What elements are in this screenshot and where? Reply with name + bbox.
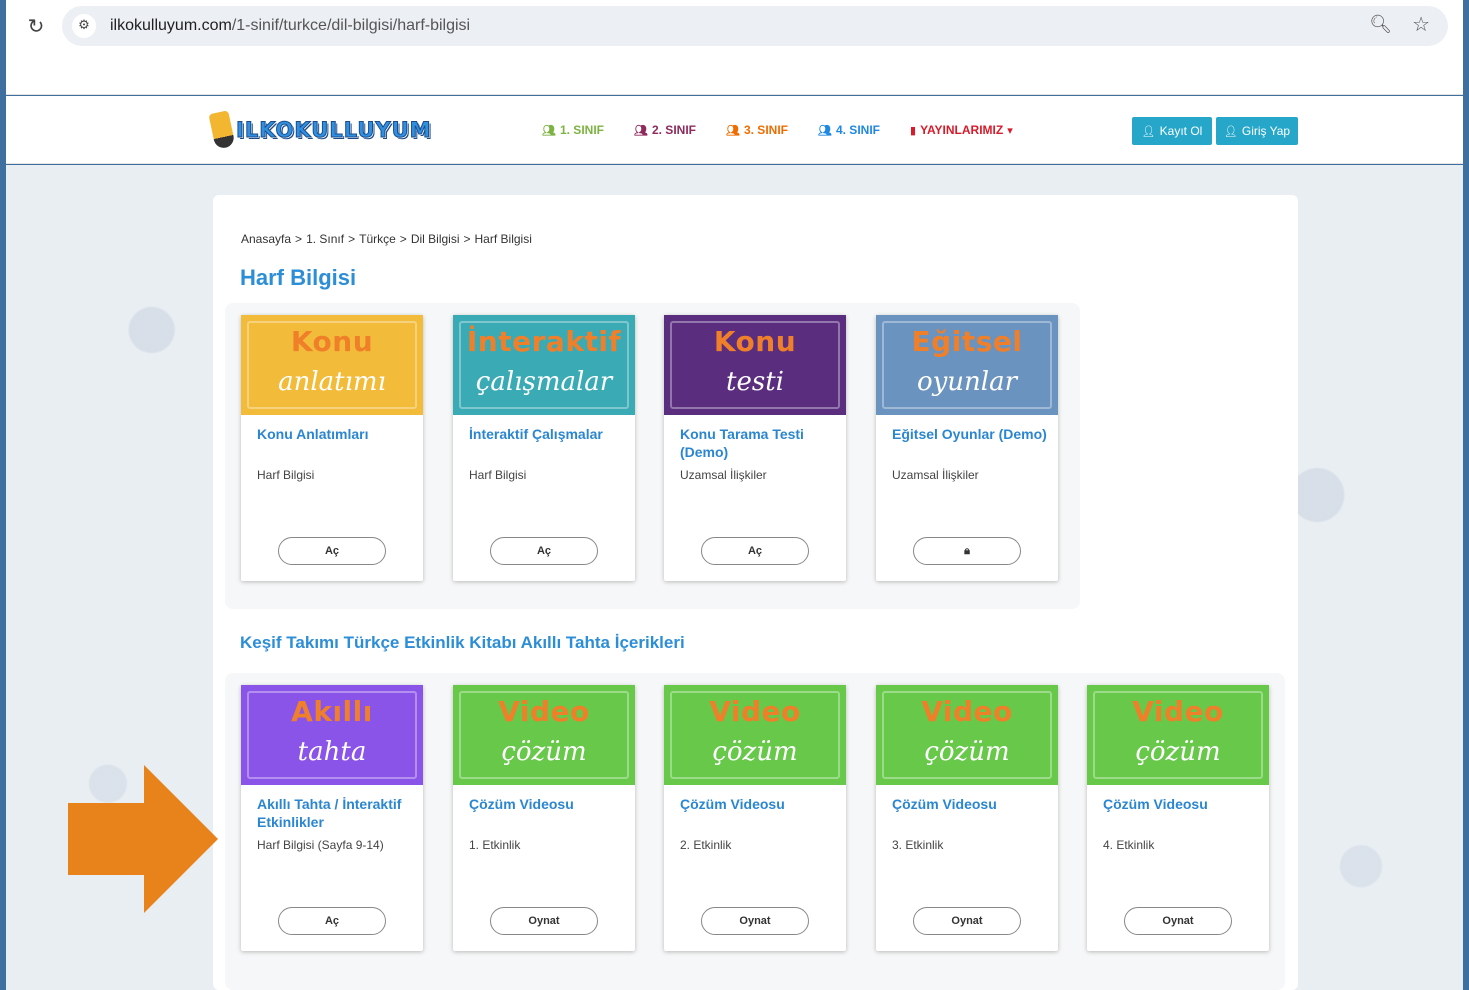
thumbnail-title: Video bbox=[921, 695, 1013, 728]
open-button[interactable]: Aç bbox=[278, 907, 386, 935]
nav-grade-1[interactable]: 👥︎ 1. SINIF bbox=[542, 123, 604, 137]
caret-down-icon: ▾ bbox=[1007, 123, 1013, 137]
card-subtitle: 4. Etkinlik bbox=[1103, 838, 1155, 852]
card-thumbnail[interactable]: Video çözüm bbox=[664, 685, 846, 785]
content-card: İnteraktif çalışmalar İnteraktif Çalışmala… bbox=[453, 315, 635, 581]
thumbnail-subtitle: oyunlar bbox=[916, 367, 1018, 397]
play-button[interactable]: Oynat bbox=[913, 907, 1021, 935]
nav-grade-4[interactable]: 👥︎ 4. SINIF bbox=[818, 123, 880, 137]
user-plus-icon: 👤︎ bbox=[1141, 124, 1156, 138]
card-subtitle: 2. Etkinlik bbox=[680, 838, 732, 852]
thumbnail-subtitle: çözüm bbox=[924, 737, 1010, 767]
content-card: Konu testi Konu Tarama Testi (Demo) Uzamsal… bbox=[664, 315, 846, 581]
card-subtitle: 3. Etkinlik bbox=[892, 838, 944, 852]
book-icon: ▮ bbox=[910, 123, 917, 137]
card-subtitle: Harf Bilgisi bbox=[257, 468, 315, 482]
nav-grade-2[interactable]: 👥︎ 2. SINIF bbox=[634, 123, 696, 137]
user-icon: 👤︎ bbox=[1223, 124, 1238, 138]
card-thumbnail[interactable]: Video çözüm bbox=[453, 685, 635, 785]
card-thumbnail[interactable]: Akıllı tahta bbox=[241, 685, 423, 785]
students-icon: 👥︎ bbox=[634, 123, 648, 137]
breadcrumb-subject[interactable]: Türkçe bbox=[359, 232, 396, 246]
thumbnail-subtitle: çözüm bbox=[712, 737, 798, 767]
breadcrumb-current: Harf Bilgisi bbox=[474, 232, 532, 246]
thumbnail-title: Konu bbox=[290, 325, 374, 358]
students-icon: 👥︎ bbox=[542, 123, 556, 137]
card-thumbnail[interactable]: İnteraktif çalışmalar bbox=[453, 315, 635, 415]
site-settings-icon[interactable]: ⚙ bbox=[72, 14, 96, 38]
content-card: Akıllı tahta Akıllı Tahta / İnteraktif Etk… bbox=[241, 685, 423, 951]
thumbnail-title: Video bbox=[709, 695, 801, 728]
thumbnail-title: Akıllı bbox=[291, 695, 373, 728]
thumbnail-subtitle: tahta bbox=[297, 737, 367, 767]
card-subtitle: Uzamsal İlişkiler bbox=[892, 468, 979, 482]
breadcrumb-unit[interactable]: Dil Bilgisi bbox=[411, 232, 460, 246]
card-subtitle: Uzamsal İlişkiler bbox=[680, 468, 767, 482]
register-button[interactable]: 👤︎ Kayıt Ol bbox=[1132, 117, 1212, 145]
thumbnail-title: Eğitsel bbox=[911, 325, 1023, 358]
card-title[interactable]: Çözüm Videosu bbox=[892, 795, 1047, 813]
card-title[interactable]: Konu Tarama Testi (Demo) bbox=[680, 425, 835, 461]
site-logo[interactable]: ILKOKULLUYUM bbox=[208, 110, 432, 150]
thumbnail-title: Konu bbox=[713, 325, 797, 358]
address-bar[interactable]: ⚙ ilkokulluyum.com/1-sinif/turkce/dil-bi… bbox=[62, 6, 1448, 46]
locked-button[interactable]: 🔒︎ bbox=[913, 537, 1021, 565]
bookmark-star-icon[interactable]: ☆ bbox=[1412, 12, 1430, 36]
card-thumbnail[interactable]: Konu testi bbox=[664, 315, 846, 415]
card-title[interactable]: Konu Anlatımları bbox=[257, 425, 412, 443]
content-card: Video çözüm Çözüm Videosu 4. Etkinlik Oynat bbox=[1087, 685, 1269, 951]
thumbnail-title: İnteraktif bbox=[466, 325, 622, 358]
breadcrumb-home[interactable]: Anasayfa bbox=[241, 232, 291, 246]
play-button[interactable]: Oynat bbox=[490, 907, 598, 935]
breadcrumb: Anasayfa > 1. Sınıf > Türkçe > Dil Bilgisi >… bbox=[241, 232, 532, 246]
card-title[interactable]: Eğitsel Oyunlar (Demo) bbox=[892, 425, 1047, 443]
content-card: Eğitsel oyunlar Eğitsel Oyunlar (Demo) Uzam… bbox=[876, 315, 1058, 581]
content-card: Konu anlatımı Konu Anlatımları Harf Bilgisi… bbox=[241, 315, 423, 581]
card-subtitle: Harf Bilgisi (Sayfa 9-14) bbox=[257, 838, 384, 852]
students-icon: 👥︎ bbox=[818, 123, 832, 137]
content-card: Video çözüm Çözüm Videosu 1. Etkinlik Oynat bbox=[453, 685, 635, 951]
lock-icon: 🔒︎ bbox=[964, 544, 970, 557]
zoom-icon[interactable]: 🔍︎ bbox=[1369, 14, 1392, 35]
card-subtitle: 1. Etkinlik bbox=[469, 838, 521, 852]
thumbnail-subtitle: testi bbox=[726, 367, 784, 397]
thumbnail-title: Video bbox=[498, 695, 590, 728]
play-button[interactable]: Oynat bbox=[701, 907, 809, 935]
site-header: ILKOKULLUYUM 👥︎ 1. SINIF 👥︎ 2. SINIF 👥︎ 3. … bbox=[6, 96, 1463, 164]
card-title[interactable]: İnteraktif Çalışmalar bbox=[469, 425, 624, 443]
url-text: ilkokulluyum.com/1-sinif/turkce/dil-bilg… bbox=[110, 17, 471, 34]
content-card: Video çözüm Çözüm Videosu 2. Etkinlik Oynat bbox=[664, 685, 846, 951]
content-card: Video çözüm Çözüm Videosu 3. Etkinlik Oynat bbox=[876, 685, 1058, 951]
thumbnail-subtitle: anlatımı bbox=[278, 367, 386, 397]
nav-publications[interactable]: ▮ YAYINLARIMIZ ▾ bbox=[910, 123, 1013, 137]
nav-grade-3[interactable]: 👥︎ 3. SINIF bbox=[726, 123, 788, 137]
thumbnail-title: Video bbox=[1132, 695, 1224, 728]
thumbnail-subtitle: çalışmalar bbox=[475, 367, 613, 397]
card-thumbnail[interactable]: Video çözüm bbox=[1087, 685, 1269, 785]
section-title: Keşif Takımı Türkçe Etkinlik Kitabı Akıl… bbox=[240, 633, 685, 652]
breadcrumb-grade[interactable]: 1. Sınıf bbox=[306, 232, 344, 246]
reload-icon[interactable]: ↻ bbox=[24, 14, 48, 38]
main-content: Anasayfa > 1. Sınıf > Türkçe > Dil Bilgisi >… bbox=[213, 195, 1298, 990]
card-thumbnail[interactable]: Video çözüm bbox=[876, 685, 1058, 785]
pencil-logo-icon bbox=[208, 110, 236, 150]
card-title[interactable]: Çözüm Videosu bbox=[469, 795, 624, 813]
thumbnail-subtitle: çözüm bbox=[501, 737, 587, 767]
browser-toolbar: ↻ ⚙ ilkokulluyum.com/1-sinif/turkce/dil-… bbox=[6, 0, 1463, 95]
card-title[interactable]: Çözüm Videosu bbox=[1103, 795, 1258, 813]
card-thumbnail[interactable]: Eğitsel oyunlar bbox=[876, 315, 1058, 415]
open-button[interactable]: Aç bbox=[701, 537, 809, 565]
open-button[interactable]: Aç bbox=[490, 537, 598, 565]
students-icon: 👥︎ bbox=[726, 123, 740, 137]
card-subtitle: Harf Bilgisi bbox=[469, 468, 527, 482]
card-title[interactable]: Akıllı Tahta / İnteraktif Etkinlikler bbox=[257, 795, 412, 831]
thumbnail-subtitle: çözüm bbox=[1135, 737, 1221, 767]
page-title: Harf Bilgisi bbox=[240, 265, 357, 290]
play-button[interactable]: Oynat bbox=[1124, 907, 1232, 935]
login-button[interactable]: 👤︎ Giriş Yap bbox=[1216, 117, 1298, 145]
pointer-arrow-icon bbox=[68, 765, 218, 913]
card-thumbnail[interactable]: Konu anlatımı bbox=[241, 315, 423, 415]
open-button[interactable]: Aç bbox=[278, 537, 386, 565]
card-title[interactable]: Çözüm Videosu bbox=[680, 795, 835, 813]
